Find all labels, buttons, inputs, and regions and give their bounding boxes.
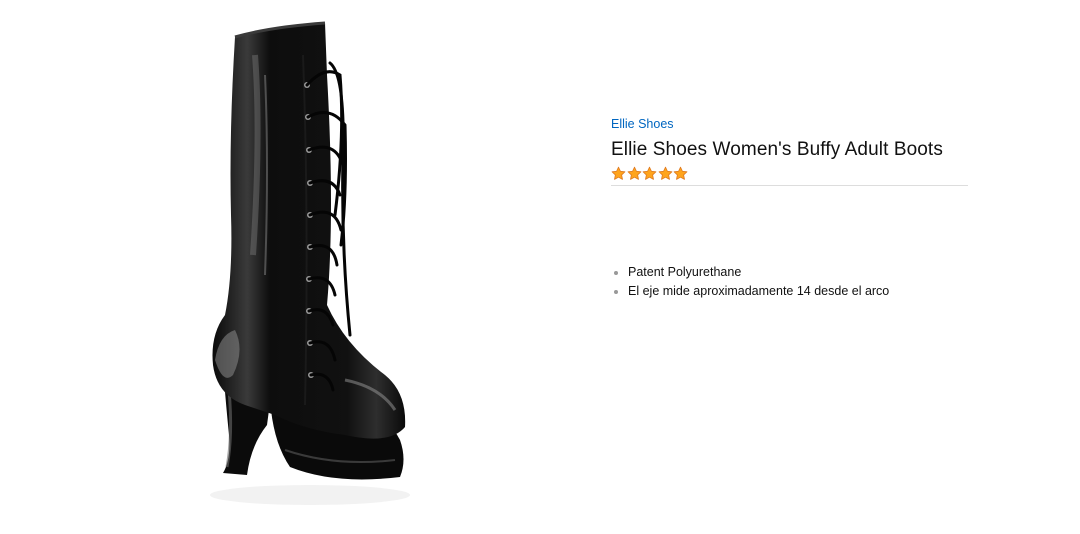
star-icon: [642, 166, 657, 180]
boot-illustration: [210, 21, 410, 505]
star-icon: [673, 166, 688, 180]
product-page: Ellie Shoes Ellie Shoes Women's Buffy Ad…: [0, 0, 1080, 534]
divider: [611, 185, 968, 186]
star-icon: [658, 166, 672, 180]
product-image[interactable]: [195, 15, 425, 520]
star-icon: [611, 166, 626, 180]
feature-bullet: El eje mide aproximadamente 14 desde el …: [611, 282, 968, 301]
product-details: Ellie Shoes Ellie Shoes Women's Buffy Ad…: [611, 115, 968, 301]
feature-bullets: Patent Polyurethane El eje mide aproxima…: [611, 263, 968, 301]
star-rating[interactable]: [611, 164, 968, 182]
brand-link[interactable]: Ellie Shoes: [611, 116, 674, 132]
feature-bullet: Patent Polyurethane: [611, 263, 968, 282]
star-icon: [627, 166, 641, 180]
product-title: Ellie Shoes Women's Buffy Adult Boots: [611, 139, 943, 160]
